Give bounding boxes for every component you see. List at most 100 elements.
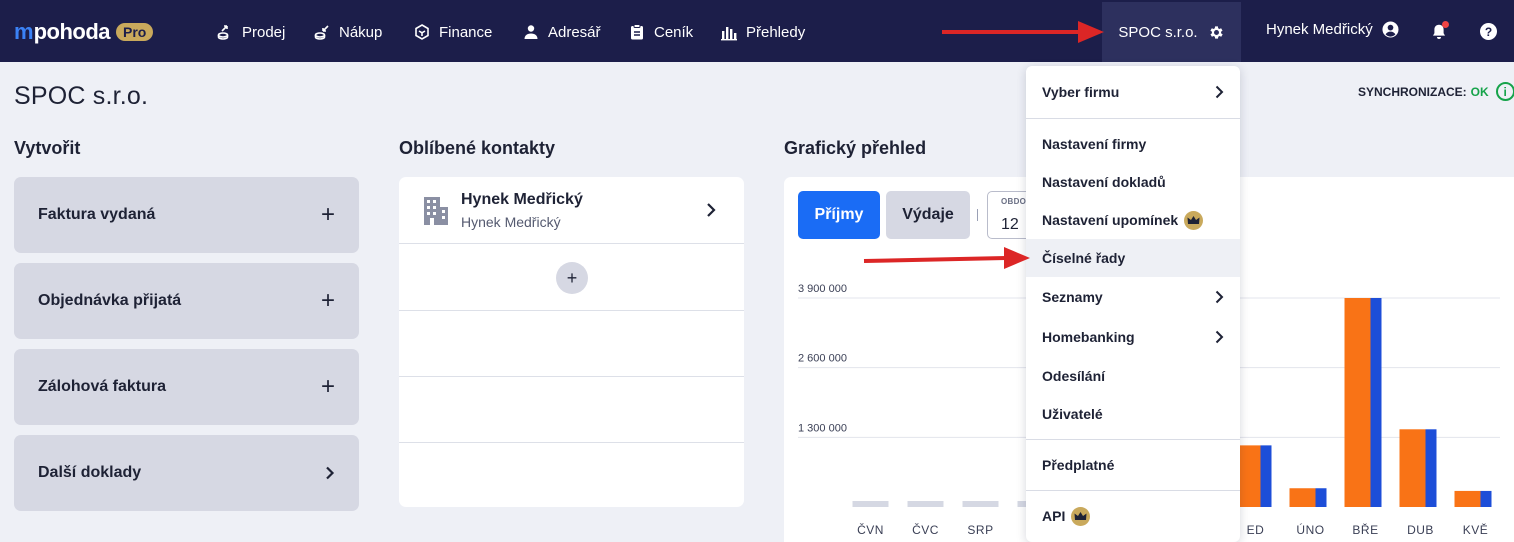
bar-placeholder <box>962 501 999 507</box>
menu-item-seznamy[interactable]: Seznamy <box>1026 278 1240 316</box>
company-settings-button[interactable]: SPOC s.r.o. <box>1102 2 1241 62</box>
company-dropdown-menu: Vyber firmu Nastavení firmy Nastavení do… <box>1026 66 1240 542</box>
x-tick-label: BŘE <box>1352 522 1378 537</box>
nav-item-nakup[interactable]: Nákup <box>313 21 382 43</box>
chart-heading: Grafický přehled <box>784 138 927 158</box>
user-circle-icon <box>1382 21 1399 38</box>
menu-item-ciselne-rady[interactable]: Číselné řady <box>1026 239 1240 277</box>
menu-divider <box>1026 490 1240 491</box>
add-contact-button[interactable]: + <box>556 262 588 294</box>
clipboard-icon <box>631 24 643 40</box>
nav-item-adresar[interactable]: Adresář <box>522 21 601 43</box>
empty-contact-slot <box>399 377 744 443</box>
nav-label: Nákup <box>339 23 383 41</box>
logo-m: m <box>14 19 34 44</box>
tab-separator <box>977 209 978 221</box>
x-tick-label: ED <box>1247 523 1265 537</box>
period-value: 12 <box>1001 216 1019 233</box>
tab-prijmy[interactable]: Příjmy <box>798 191 880 239</box>
nav-item-prehledy[interactable]: Přehledy <box>720 21 805 43</box>
bar-blue <box>1260 445 1272 507</box>
bar-orange <box>1399 429 1426 507</box>
x-tick-label: ČVN <box>857 522 884 537</box>
nav-label: Přehledy <box>746 23 806 41</box>
logo-text: pohoda <box>33 19 111 44</box>
empty-contact-slot <box>399 311 744 377</box>
nav-label: Adresář <box>548 23 601 41</box>
bar-blue <box>1315 488 1327 507</box>
contact-name: Hynek Medřický <box>461 191 583 208</box>
create-dalsi-doklady[interactable]: Další doklady <box>14 435 359 511</box>
bar-blue <box>1480 490 1492 507</box>
info-icon[interactable]: i <box>1495 82 1514 101</box>
create-item-label: Objednávka přijatá <box>38 292 182 309</box>
x-tick-label: KVĚ <box>1463 522 1489 537</box>
chevron-right-icon <box>1215 330 1224 344</box>
contacts-heading: Oblíbené kontakty <box>399 138 556 158</box>
bar-placeholder <box>907 501 944 507</box>
chevron-right-icon <box>326 466 335 480</box>
menu-item-nastaveni-firmy[interactable]: Nastavení firmy <box>1026 125 1240 163</box>
plus-icon: + <box>320 373 335 400</box>
y-tick-label: 1 300 000 <box>798 422 847 434</box>
x-tick-label: SRP <box>967 523 993 537</box>
pohoda-logo[interactable]: m pohoda Pro <box>14 19 154 45</box>
menu-item-homebanking[interactable]: Homebanking <box>1026 318 1240 356</box>
menu-divider <box>1026 439 1240 440</box>
building-icon <box>424 197 448 225</box>
sync-label: SYNCHRONIZACE: <box>1358 84 1467 99</box>
crown-icon <box>1071 506 1091 526</box>
user-menu-button[interactable]: Hynek Medřický <box>1266 21 1399 38</box>
x-tick-label: ÚNO <box>1296 522 1324 537</box>
menu-item-vyber-firmu[interactable]: Vyber firmu <box>1026 73 1240 111</box>
sync-ok: OK <box>1470 84 1489 99</box>
create-objednavka-prijata[interactable]: Objednávka přijatá + <box>14 263 359 339</box>
nav-item-prodej[interactable]: Prodej <box>216 21 285 43</box>
menu-item-predplatne[interactable]: Předplatné <box>1026 446 1240 484</box>
menu-item-label: Nastavení dokladů <box>1042 174 1166 190</box>
nav-label: Prodej <box>242 23 286 41</box>
chevron-right-icon <box>1215 85 1224 99</box>
menu-item-nastaveni-dokladu[interactable]: Nastavení dokladů <box>1026 163 1240 201</box>
sales-coins-icon <box>217 25 229 40</box>
plus-icon: + <box>320 287 335 314</box>
purchase-coins-icon <box>314 25 329 40</box>
create-heading: Vytvořit <box>14 138 81 158</box>
plus-icon: + <box>320 201 335 228</box>
menu-item-uzivatele[interactable]: Uživatelé <box>1026 395 1240 433</box>
chevron-right-icon <box>707 203 716 217</box>
nav-item-cenik[interactable]: Ceník <box>628 21 693 43</box>
person-icon <box>524 25 538 39</box>
create-faktura-vydana[interactable]: Faktura vydaná + <box>14 177 359 253</box>
nav-item-finance[interactable]: Finance <box>413 21 492 43</box>
menu-item-odesilani[interactable]: Odesílání <box>1026 357 1240 395</box>
period-label: OBDO <box>1001 197 1027 206</box>
tab-vydaje[interactable]: Výdaje <box>886 191 970 239</box>
menu-item-label: Homebanking <box>1042 329 1135 345</box>
create-item-label: Faktura vydaná <box>38 206 156 223</box>
x-tick-label: ČVC <box>912 522 939 537</box>
menu-item-label: Nastavení firmy <box>1042 136 1147 152</box>
notification-dot <box>1442 21 1449 28</box>
chevron-right-icon <box>1215 290 1224 304</box>
create-item-label: Další doklady <box>38 464 142 481</box>
nav-label: Finance <box>439 23 493 41</box>
crown-icon <box>1184 210 1204 230</box>
bar-orange <box>1289 488 1316 507</box>
help-icon[interactable]: ? <box>1480 23 1497 40</box>
menu-item-nastaveni-upominek[interactable]: Nastavení upomínek <box>1026 201 1240 239</box>
contact-subtitle: Hynek Medřický <box>461 214 561 230</box>
menu-item-label: Odesílání <box>1042 368 1106 384</box>
menu-item-api[interactable]: API <box>1026 497 1240 535</box>
x-tick-label: DUB <box>1407 523 1434 537</box>
bar-blue <box>1425 429 1437 507</box>
menu-item-label: Nastavení upomínek <box>1042 212 1179 228</box>
gear-icon <box>1210 25 1223 39</box>
bar-blue <box>1370 298 1382 507</box>
menu-item-label: Číselné řady <box>1042 250 1126 266</box>
contact-item[interactable]: Hynek Medřický Hynek Medřický <box>399 177 744 244</box>
nav-label: Ceník <box>654 23 694 41</box>
menu-item-label: Vyber firmu <box>1042 84 1120 100</box>
bar-chart-icon <box>721 27 737 41</box>
create-zalohova-faktura[interactable]: Zálohová faktura + <box>14 349 359 425</box>
